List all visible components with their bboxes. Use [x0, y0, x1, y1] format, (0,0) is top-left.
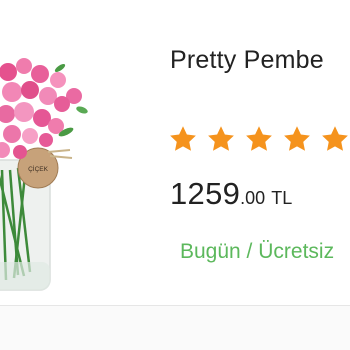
- star-icon: [170, 126, 196, 151]
- star-icon: [284, 126, 310, 151]
- next-product-card[interactable]: [0, 306, 350, 350]
- price-decimal: .00: [240, 188, 266, 208]
- product-title[interactable]: Pretty Pembe: [170, 46, 324, 75]
- product-price: 1259.00 TL: [170, 176, 292, 212]
- product-image[interactable]: ÇİÇEK: [0, 40, 100, 295]
- price-integer: 1259: [170, 176, 241, 211]
- star-icon: [246, 126, 272, 151]
- star-icon: [208, 126, 234, 151]
- star-rating: [168, 124, 350, 154]
- delivery-info: Bugün / Ücretsiz: [180, 240, 335, 263]
- brand-tag-text: ÇİÇEK: [28, 164, 49, 173]
- price-currency: TL: [271, 188, 293, 208]
- product-card[interactable]: ÇİÇEK Pretty Pembe 1259.00 TL Bugün / Üc…: [0, 0, 350, 305]
- star-icon: [322, 126, 348, 151]
